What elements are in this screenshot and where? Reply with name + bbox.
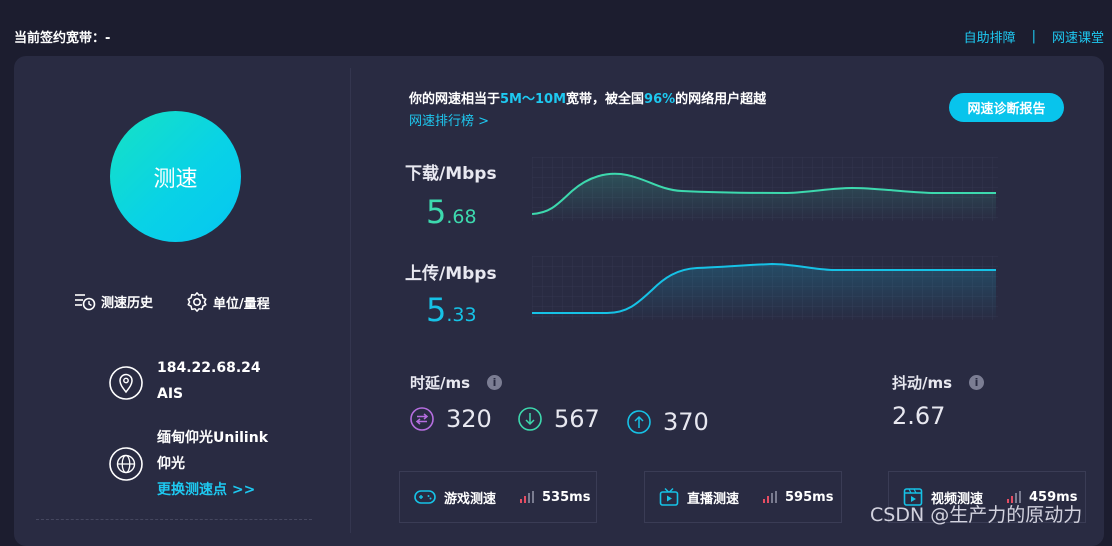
game-speedtest-label: 游戏测速	[444, 491, 497, 507]
upload-value-int: 5	[426, 291, 447, 329]
gamepad-icon	[414, 488, 436, 506]
upload-chart	[532, 256, 998, 320]
latency-help-icon[interactable]: i	[487, 375, 502, 390]
live-speedtest-label: 直播测速	[687, 491, 740, 507]
upload-value-dec: .33	[446, 304, 477, 326]
watermark: CSDN @生产力的原动力	[870, 504, 1083, 526]
location-pin-icon	[109, 366, 143, 400]
speed-course-link[interactable]: 网速课堂	[1052, 27, 1104, 46]
arrow-up-icon	[627, 410, 651, 434]
top-links: 自助排障 | 网速课堂	[964, 27, 1104, 46]
summary-bandwidth: 5M～10M	[500, 92, 567, 107]
speed-ranking-link[interactable]: 网速排行榜 >	[409, 110, 489, 129]
network-info: 184.22.68.24 AIS	[157, 355, 261, 407]
summary-prefix: 你的网速相当于	[409, 92, 501, 107]
globe-icon	[109, 447, 143, 481]
start-speedtest-button[interactable]: 测速	[110, 111, 241, 242]
download-chart	[532, 157, 998, 221]
game-speedtest-value: 535ms	[542, 489, 591, 505]
unit-range-button[interactable]: 单位/量程	[186, 291, 270, 313]
speed-history-button[interactable]: 测速历史	[74, 291, 153, 311]
left-divider	[36, 519, 312, 520]
upload-value: 5.33	[426, 291, 477, 329]
signal-icon	[520, 491, 536, 503]
jitter-value: 2.67	[892, 402, 946, 430]
game-speedtest-card[interactable]: 游戏测速 535ms	[399, 471, 597, 523]
latency-down-value: 567	[554, 405, 600, 433]
latency-total-value: 320	[446, 405, 492, 433]
download-value-dec: .68	[446, 206, 477, 228]
self-help-link[interactable]: 自助排障	[964, 27, 1016, 46]
jitter-help-icon[interactable]: i	[969, 375, 984, 390]
upload-label: 上传/Mbps	[405, 264, 497, 284]
isp-name: AIS	[157, 386, 184, 402]
latency-up: 370	[627, 408, 709, 436]
tv-icon	[659, 487, 679, 507]
plan-label: 当前签约宽带：-	[14, 31, 111, 46]
live-speedtest-value: 595ms	[785, 489, 834, 505]
latency-label: 时延/ms	[410, 374, 471, 392]
unit-range-label: 单位/量程	[213, 296, 270, 312]
server-city: 仰光	[157, 456, 185, 472]
summary-percent: 96%	[644, 92, 676, 107]
latency-total: 320	[410, 405, 492, 433]
link-separator: |	[1031, 29, 1036, 44]
signal-icon	[763, 491, 779, 503]
latency-down: 567	[518, 405, 600, 433]
summary-middle: 宽带，被全国	[566, 92, 645, 107]
download-value-int: 5	[426, 193, 447, 231]
diagnosis-report-button[interactable]: 网速诊断报告	[949, 93, 1064, 122]
download-value: 5.68	[426, 193, 477, 231]
arrow-down-icon	[518, 407, 542, 431]
live-speedtest-card[interactable]: 直播测速 595ms	[644, 471, 842, 523]
summary-suffix: 的网络用户超越	[675, 92, 767, 107]
jitter-label: 抖动/ms	[892, 374, 953, 392]
vertical-divider	[350, 68, 351, 533]
latency-exchange-icon	[410, 407, 434, 431]
speed-summary: 你的网速相当于5M～10M宽带，被全国96%的网络用户超越	[409, 88, 766, 107]
gear-icon	[187, 292, 207, 312]
server-info: 缅甸仰光Unilink 仰光 更换测速点 >>	[157, 425, 268, 503]
top-bar: 当前签约宽带：- 自助排障 | 网速课堂	[0, 0, 1112, 56]
change-server-link[interactable]: 更换测速点 >>	[157, 477, 268, 503]
history-icon	[75, 294, 96, 311]
latency-up-value: 370	[663, 408, 709, 436]
speed-history-label: 测速历史	[101, 295, 154, 311]
ip-address: 184.22.68.24	[157, 360, 261, 376]
server-name: 缅甸仰光Unilink	[157, 430, 269, 446]
download-label: 下载/Mbps	[405, 164, 497, 184]
